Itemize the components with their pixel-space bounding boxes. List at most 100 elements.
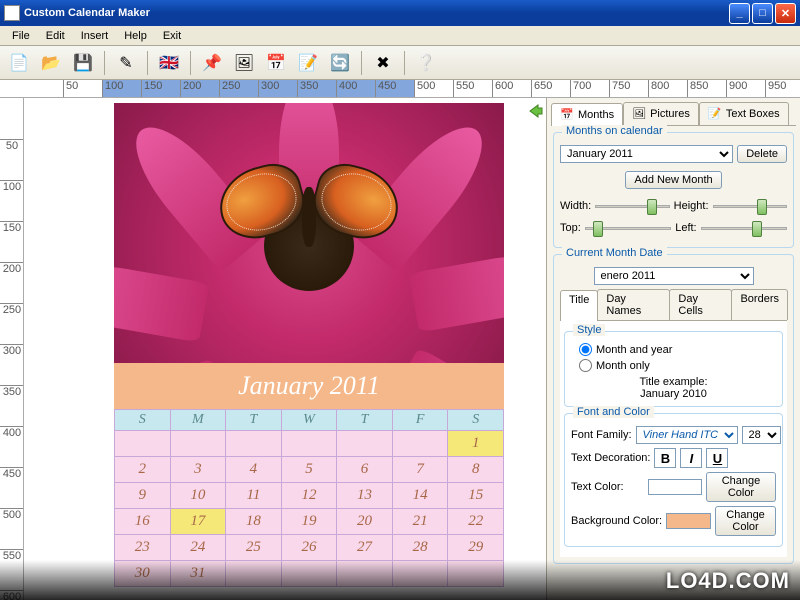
day-cell[interactable] [392, 431, 448, 457]
delete-button[interactable]: Delete [737, 145, 787, 163]
ruler-vertical[interactable]: 50100150200250300350400450500550600 [0, 98, 24, 600]
save-icon[interactable]: 💾 [70, 50, 96, 76]
calendar-photo[interactable] [114, 103, 504, 363]
day-cell[interactable] [392, 561, 448, 587]
radio-month-only-input[interactable] [579, 359, 592, 372]
subtab-day-names[interactable]: Day Names [597, 289, 670, 320]
menu-edit[interactable]: Edit [38, 28, 73, 44]
day-cell[interactable]: 15 [448, 483, 504, 509]
day-cell[interactable]: 16 [115, 509, 171, 535]
day-cell[interactable]: 6 [337, 457, 393, 483]
day-cell[interactable]: 10 [170, 483, 226, 509]
day-cell[interactable] [281, 561, 337, 587]
day-cell[interactable]: 18 [226, 509, 282, 535]
radio-month-only[interactable]: Month only [579, 359, 776, 372]
day-cell[interactable]: 25 [226, 535, 282, 561]
day-cell[interactable]: 14 [392, 483, 448, 509]
day-cell[interactable]: 27 [337, 535, 393, 561]
day-cell[interactable]: 22 [448, 509, 504, 535]
day-cell[interactable]: 23 [115, 535, 171, 561]
top-slider[interactable] [585, 219, 671, 237]
current-month-select[interactable]: enero 2011 [594, 267, 754, 285]
calendar-title[interactable]: January 2011 [114, 363, 504, 409]
italic-button[interactable]: I [680, 448, 702, 468]
subtab-title[interactable]: Title [560, 290, 598, 321]
change-text-color-button[interactable]: Change Color [706, 472, 776, 502]
calendar-grid[interactable]: SMTWTFS123456789101112131415161718192021… [114, 409, 504, 587]
day-cell[interactable] [226, 431, 282, 457]
day-cell[interactable]: 4 [226, 457, 282, 483]
ruler-horizontal[interactable]: 5010015020025030035040045050055060065070… [0, 80, 800, 98]
calendar-page[interactable]: January 2011 SMTWTFS12345678910111213141… [114, 103, 504, 587]
day-cell[interactable]: 3 [170, 457, 226, 483]
day-cell[interactable]: 28 [392, 535, 448, 561]
radio-month-year-input[interactable] [579, 343, 592, 356]
day-cell[interactable]: 31 [170, 561, 226, 587]
day-cell[interactable] [170, 431, 226, 457]
calendar-icon[interactable]: 📅 [263, 50, 289, 76]
day-cell[interactable]: 12 [281, 483, 337, 509]
tab-pictures[interactable]: 🖼Pictures [623, 102, 699, 125]
width-slider[interactable] [595, 197, 669, 215]
day-cell[interactable]: 13 [337, 483, 393, 509]
day-cell[interactable] [337, 431, 393, 457]
day-cell[interactable] [281, 431, 337, 457]
day-cell[interactable]: 17 [170, 509, 226, 535]
canvas[interactable]: January 2011 SMTWTFS12345678910111213141… [24, 98, 526, 600]
day-cell[interactable]: 1 [448, 431, 504, 457]
day-cell[interactable] [448, 561, 504, 587]
day-header: T [226, 410, 282, 431]
menu-exit[interactable]: Exit [155, 28, 189, 44]
day-cell[interactable]: 2 [115, 457, 171, 483]
day-cell[interactable]: 8 [448, 457, 504, 483]
height-slider[interactable] [713, 197, 787, 215]
left-slider[interactable] [701, 219, 787, 237]
day-cell[interactable] [337, 561, 393, 587]
subtab-day-cells[interactable]: Day Cells [669, 289, 732, 320]
day-cell[interactable] [226, 561, 282, 587]
change-bg-color-button[interactable]: Change Color [715, 506, 776, 536]
ruler-h-tick: 950 [765, 80, 786, 98]
tab-text-boxes[interactable]: 📝Text Boxes [699, 102, 789, 125]
day-cell[interactable]: 11 [226, 483, 282, 509]
close-button[interactable]: ✕ [775, 3, 796, 24]
day-cell[interactable]: 9 [115, 483, 171, 509]
day-cell[interactable] [115, 431, 171, 457]
note-icon[interactable]: 📝 [295, 50, 321, 76]
day-cell[interactable]: 19 [281, 509, 337, 535]
text-color-swatch [648, 479, 702, 495]
minimize-button[interactable]: _ [729, 3, 750, 24]
underline-button[interactable]: U [706, 448, 728, 468]
help-icon[interactable]: ❔ [413, 50, 439, 76]
title-example-value: January 2010 [571, 388, 776, 400]
day-cell[interactable]: 21 [392, 509, 448, 535]
font-size-select[interactable]: 28 [742, 426, 781, 444]
add-month-button[interactable]: Add New Month [625, 171, 721, 189]
bold-button[interactable]: B [654, 448, 676, 468]
day-cell[interactable]: 29 [448, 535, 504, 561]
menu-help[interactable]: Help [116, 28, 155, 44]
day-cell[interactable]: 20 [337, 509, 393, 535]
day-cell[interactable]: 26 [281, 535, 337, 561]
delete-icon[interactable]: ✖ [370, 50, 396, 76]
subtab-borders[interactable]: Borders [731, 289, 788, 320]
menu-insert[interactable]: Insert [73, 28, 117, 44]
open-icon[interactable]: 📂 [38, 50, 64, 76]
tab-months[interactable]: 📅Months [551, 103, 623, 126]
menu-file[interactable]: File [4, 28, 38, 44]
font-family-select[interactable]: Viner Hand ITC [636, 426, 738, 444]
deco-label: Text Decoration: [571, 452, 650, 464]
radio-month-year[interactable]: Month and year [579, 343, 776, 356]
day-cell[interactable]: 5 [281, 457, 337, 483]
day-cell[interactable]: 24 [170, 535, 226, 561]
day-cell[interactable]: 30 [115, 561, 171, 587]
pin-icon[interactable]: 📌 [199, 50, 225, 76]
maximize-button[interactable]: □ [752, 3, 773, 24]
new-icon[interactable]: 📄 [6, 50, 32, 76]
refresh-icon[interactable]: 🔄 [327, 50, 353, 76]
flag-icon[interactable]: 🇬🇧 [156, 50, 182, 76]
picture-icon[interactable]: 🖼 [231, 50, 257, 76]
pencil-icon[interactable]: ✎ [113, 50, 139, 76]
month-select[interactable]: January 2011 [560, 145, 733, 163]
day-cell[interactable]: 7 [392, 457, 448, 483]
